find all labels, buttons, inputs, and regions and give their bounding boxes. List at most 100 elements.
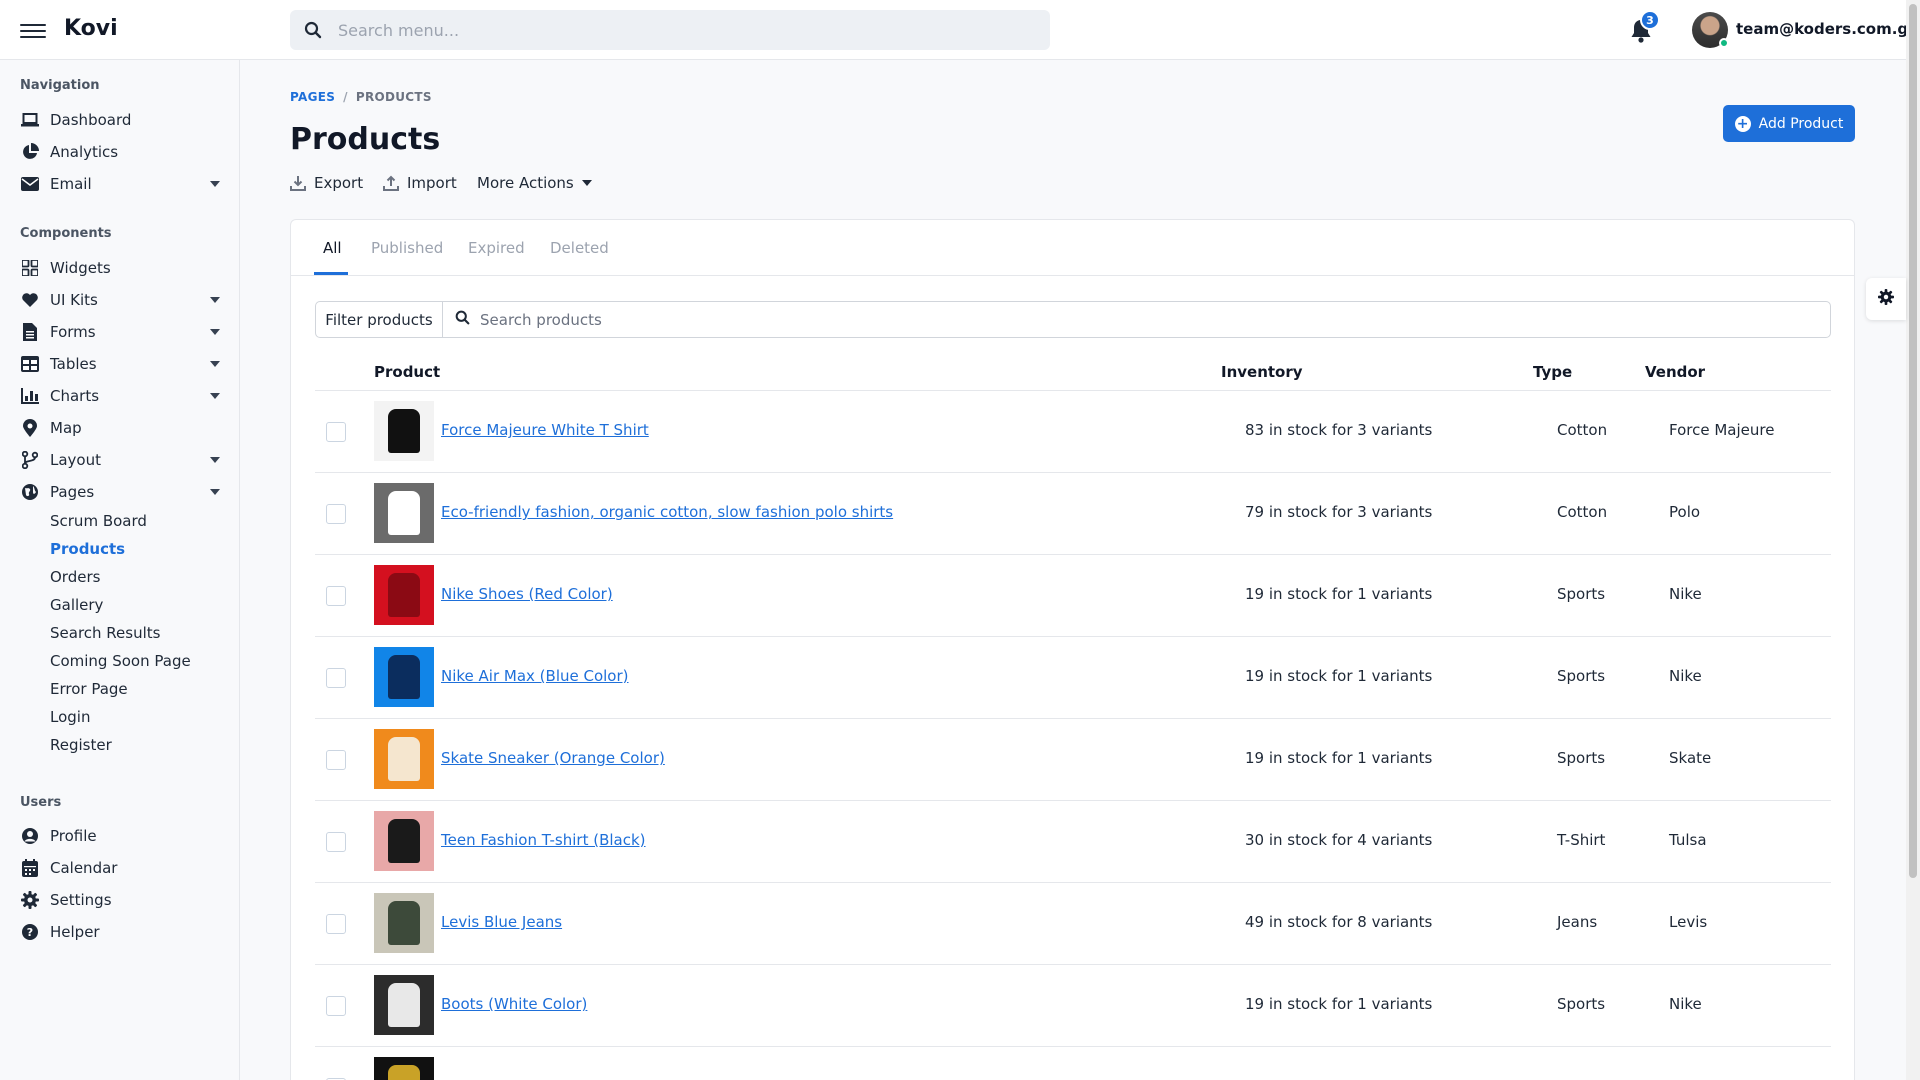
- row-checkbox[interactable]: [326, 586, 346, 606]
- row-checkbox[interactable]: [326, 504, 346, 524]
- sidebar-subitem-orders[interactable]: Orders: [50, 568, 100, 586]
- column-header-inventory[interactable]: Inventory: [1221, 363, 1303, 381]
- column-header-vendor[interactable]: Vendor: [1645, 363, 1705, 381]
- globe-icon: [20, 482, 40, 502]
- tab-published[interactable]: Published: [371, 239, 443, 257]
- vendor-cell: Nike: [1669, 667, 1702, 685]
- row-checkbox[interactable]: [326, 996, 346, 1016]
- inventory-cell: 19 in stock for 1 variants: [1245, 749, 1433, 767]
- sidebar-subitem-scrum-board[interactable]: Scrum Board: [50, 512, 147, 530]
- vendor-cell: Polo: [1669, 503, 1701, 521]
- chevron-down-icon: [210, 181, 220, 187]
- import-button[interactable]: Import: [383, 174, 457, 192]
- row-checkbox[interactable]: [326, 422, 346, 442]
- table-row: Boots (White Color) 19 in stock for 1 var…: [315, 965, 1831, 1047]
- sidebar-item-label: Profile: [50, 827, 97, 845]
- product-name-link[interactable]: Levis Blue Jeans: [441, 913, 562, 931]
- sidebar-item-analytics[interactable]: Analytics: [20, 139, 224, 165]
- row-checkbox[interactable]: [326, 832, 346, 852]
- sidebar-subitem-search-results[interactable]: Search Results: [50, 624, 160, 642]
- column-header-product[interactable]: Product: [374, 363, 440, 381]
- product-thumbnail[interactable]: [374, 647, 434, 707]
- type-cell: Sports: [1557, 995, 1606, 1013]
- sidebar-item-pages[interactable]: Pages: [20, 479, 224, 505]
- product-thumbnail[interactable]: [374, 811, 434, 871]
- sidebar-item-label: Map: [50, 419, 82, 437]
- sidebar-subitem-coming-soon[interactable]: Coming Soon Page: [50, 652, 191, 670]
- sidebar-item-calendar[interactable]: Calendar: [20, 855, 224, 881]
- inventory-cell: 79 in stock for 3 variants: [1245, 503, 1433, 521]
- sidebar-subitem-gallery[interactable]: Gallery: [50, 596, 103, 614]
- product-thumbnail[interactable]: [374, 1057, 434, 1080]
- export-button[interactable]: Export: [290, 174, 363, 192]
- breadcrumb-pages[interactable]: PAGES: [290, 90, 335, 104]
- product-thumbnail[interactable]: [374, 893, 434, 953]
- product-name-link[interactable]: Boots (White Color): [441, 995, 587, 1013]
- product-name-link[interactable]: Teen Fashion T-shirt (Black): [441, 831, 646, 849]
- chevron-down-icon: [210, 457, 220, 463]
- product-name-link[interactable]: Eco-friendly fashion, organic cotton, sl…: [441, 503, 893, 521]
- sidebar-item-ui-kits[interactable]: UI Kits: [20, 287, 224, 313]
- sidebar-subitem-login[interactable]: Login: [50, 708, 90, 726]
- sidebar-item-widgets[interactable]: Widgets: [20, 255, 224, 281]
- row-checkbox[interactable]: [326, 668, 346, 688]
- inventory-cell: 19 in stock for 1 variants: [1245, 585, 1433, 603]
- add-product-button[interactable]: + Add Product: [1723, 105, 1855, 142]
- menu-search-input[interactable]: [338, 20, 1050, 40]
- page-scrollbar[interactable]: [1906, 0, 1920, 1080]
- row-checkbox[interactable]: [326, 914, 346, 934]
- tab-deleted[interactable]: Deleted: [550, 239, 609, 257]
- product-thumbnail-shape: [388, 901, 420, 945]
- sidebar-item-label: Forms: [50, 323, 96, 341]
- chevron-down-icon: [210, 489, 220, 495]
- tab-expired[interactable]: Expired: [468, 239, 525, 257]
- product-search-input[interactable]: [480, 310, 1718, 329]
- more-actions-dropdown[interactable]: More Actions: [477, 174, 592, 192]
- sidebar-item-map[interactable]: Map: [20, 415, 224, 441]
- sidebar-item-dashboard[interactable]: Dashboard: [20, 107, 224, 133]
- sidebar-item-tables[interactable]: Tables: [20, 351, 224, 377]
- table-row: [315, 1047, 1831, 1080]
- product-name-link[interactable]: Force Majeure White T Shirt: [441, 421, 649, 439]
- breadcrumb-products: PRODUCTS: [355, 90, 432, 104]
- sidebar-item-label: Analytics: [50, 143, 119, 161]
- scrollbar-thumb[interactable]: [1909, 4, 1917, 878]
- tab-all[interactable]: All: [323, 239, 342, 257]
- sidebar-item-label: Pages: [50, 483, 95, 501]
- product-thumbnail-shape: [388, 819, 420, 863]
- menu-search-box[interactable]: [290, 10, 1050, 50]
- sidebar-item-email[interactable]: Email: [20, 171, 224, 197]
- user-email[interactable]: team@koders.com.gt: [1736, 20, 1915, 38]
- sidebar-subitem-register[interactable]: Register: [50, 736, 112, 754]
- product-name-link[interactable]: Nike Shoes (Red Color): [441, 585, 613, 603]
- sidebar-item-profile[interactable]: Profile: [20, 823, 224, 849]
- sidebar-item-layout[interactable]: Layout: [20, 447, 224, 473]
- sidebar-item-charts[interactable]: Charts: [20, 383, 224, 409]
- product-search-box[interactable]: [443, 302, 1830, 337]
- product-thumbnail[interactable]: [374, 975, 434, 1035]
- sidebar-item-label: Layout: [50, 451, 101, 469]
- type-cell: Jeans: [1557, 913, 1598, 931]
- column-header-type[interactable]: Type: [1533, 363, 1572, 381]
- type-cell: Sports: [1557, 585, 1606, 603]
- product-thumbnail[interactable]: [374, 729, 434, 789]
- chart-icon: [20, 386, 40, 406]
- sidebar-item-settings[interactable]: Settings: [20, 887, 224, 913]
- row-checkbox[interactable]: [326, 750, 346, 770]
- product-thumbnail[interactable]: [374, 483, 434, 543]
- sidebar-subitem-error-page[interactable]: Error Page: [50, 680, 128, 698]
- settings-panel-toggle[interactable]: [1866, 278, 1906, 320]
- product-thumbnail[interactable]: [374, 565, 434, 625]
- product-thumbnail-shape: [388, 737, 420, 781]
- import-label: Import: [407, 174, 457, 192]
- export-label: Export: [314, 174, 364, 192]
- hamburger-menu-icon[interactable]: [20, 20, 46, 40]
- sidebar-subitem-products[interactable]: Products: [50, 540, 125, 558]
- filter-products-button[interactable]: Filter products: [316, 302, 443, 337]
- app-logo[interactable]: Kovi: [64, 16, 118, 41]
- product-name-link[interactable]: Skate Sneaker (Orange Color): [441, 749, 665, 767]
- product-name-link[interactable]: Nike Air Max (Blue Color): [441, 667, 629, 685]
- sidebar-item-forms[interactable]: Forms: [20, 319, 224, 345]
- sidebar-item-helper[interactable]: ? Helper: [20, 919, 224, 945]
- product-thumbnail[interactable]: [374, 401, 434, 461]
